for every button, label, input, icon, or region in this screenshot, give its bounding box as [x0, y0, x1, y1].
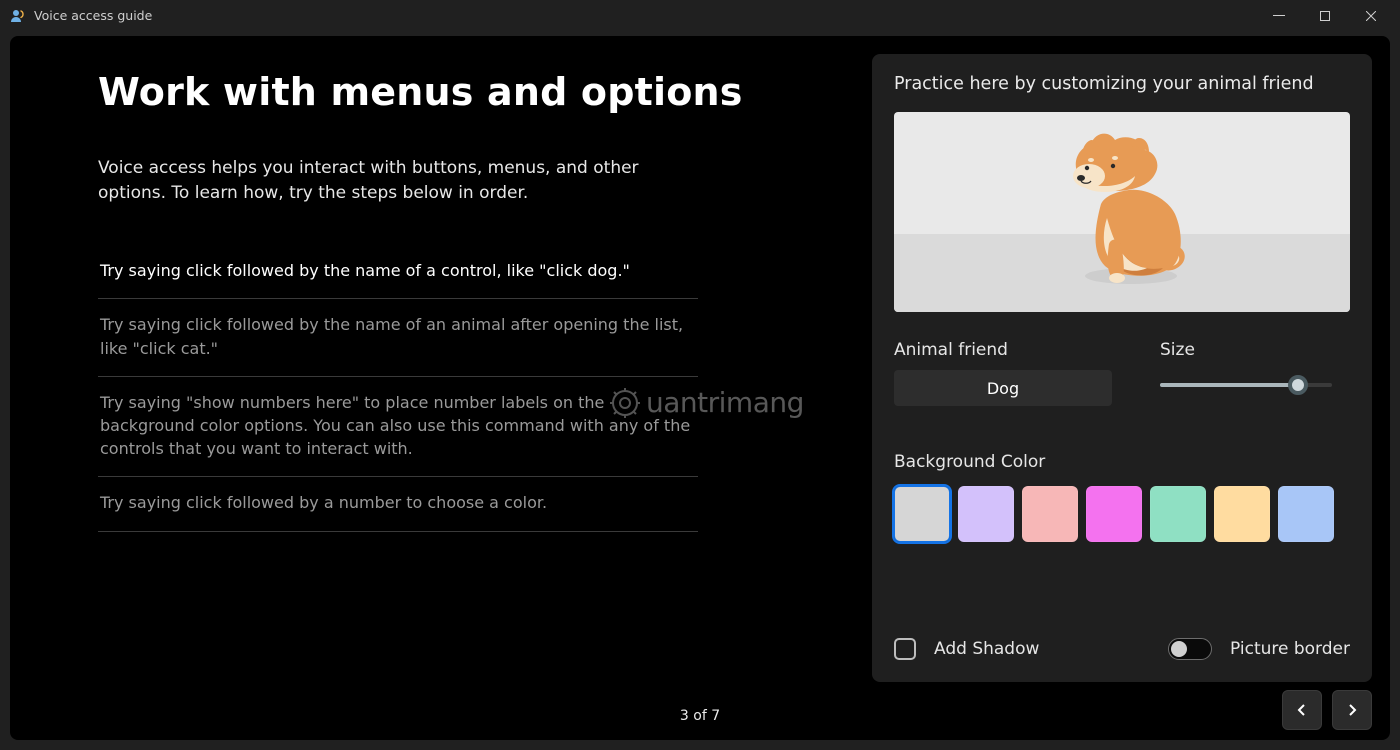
picture-border-label: Picture border [1230, 639, 1350, 659]
footer: 3 of 7 [10, 682, 1390, 740]
step-item: Try saying "show numbers here" to place … [98, 377, 698, 478]
color-swatches [894, 486, 1350, 542]
app-icon [10, 8, 26, 24]
close-button[interactable] [1348, 0, 1394, 32]
practice-title: Practice here by customizing your animal… [894, 74, 1350, 94]
color-swatch[interactable] [1278, 486, 1334, 542]
color-swatch[interactable] [894, 486, 950, 542]
preview-canvas [894, 112, 1350, 312]
step-item: Try saying click followed by the name of… [98, 299, 698, 376]
step-item: Try saying click followed by a number to… [98, 477, 698, 531]
dog-illustration [1047, 126, 1197, 290]
size-slider[interactable] [1160, 370, 1332, 400]
minimize-button[interactable] [1256, 0, 1302, 32]
instructions-panel: Work with menus and options Voice access… [28, 54, 844, 682]
animal-friend-label: Animal friend [894, 340, 1112, 360]
color-swatch[interactable] [1214, 486, 1270, 542]
window-title: Voice access guide [34, 8, 152, 23]
color-swatch[interactable] [1150, 486, 1206, 542]
size-label: Size [1160, 340, 1332, 360]
titlebar: Voice access guide [0, 0, 1400, 32]
page-indicator: 3 of 7 [680, 708, 720, 724]
content-window: Work with menus and options Voice access… [10, 36, 1390, 740]
intro-text: Voice access helps you interact with but… [98, 156, 688, 205]
page-title: Work with menus and options [98, 70, 836, 114]
background-color-label: Background Color [894, 452, 1350, 472]
color-swatch[interactable] [1022, 486, 1078, 542]
practice-panel: Practice here by customizing your animal… [872, 54, 1372, 682]
steps-list: Try saying click followed by the name of… [98, 245, 698, 531]
animal-friend-select[interactable]: Dog [894, 370, 1112, 406]
color-swatch[interactable] [1086, 486, 1142, 542]
prev-page-button[interactable] [1282, 690, 1322, 730]
add-shadow-label: Add Shadow [934, 639, 1039, 659]
add-shadow-checkbox[interactable] [894, 638, 916, 660]
picture-border-toggle[interactable] [1168, 638, 1212, 660]
maximize-button[interactable] [1302, 0, 1348, 32]
animal-friend-value: Dog [987, 379, 1019, 398]
step-item: Try saying click followed by the name of… [98, 245, 698, 299]
color-swatch[interactable] [958, 486, 1014, 542]
next-page-button[interactable] [1332, 690, 1372, 730]
